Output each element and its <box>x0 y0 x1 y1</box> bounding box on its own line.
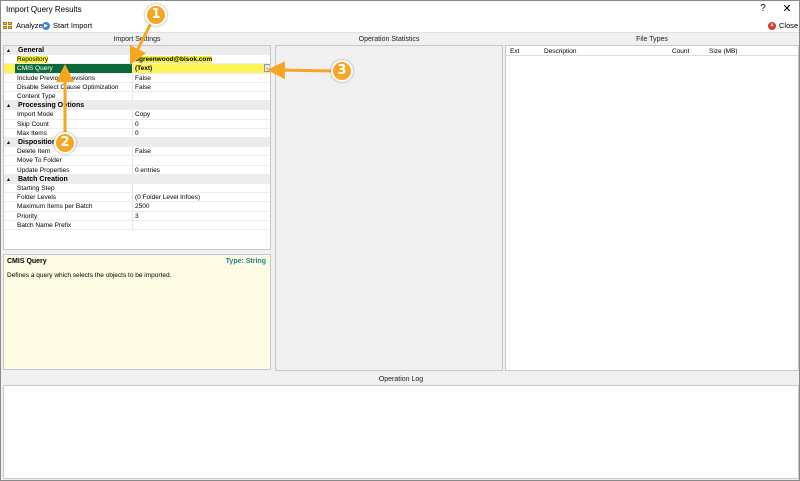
property-value[interactable]: 3 <box>135 213 139 220</box>
description-title: CMIS Query <box>7 258 47 265</box>
property-label: Starting Step <box>17 185 55 192</box>
operation-log-header: Operation Log <box>378 376 424 383</box>
property-label: Folder Levels <box>17 194 57 202</box>
edit-query-ellipsis-button[interactable]: ... <box>264 64 270 73</box>
column-size[interactable]: Size (MB) <box>709 48 738 55</box>
collapse-icon[interactable]: ▴ <box>7 47 10 54</box>
property-row-content-type[interactable]: Content Type <box>4 92 270 102</box>
property-row-cmis-query[interactable]: CMIS Query (Text)... <box>4 64 270 74</box>
property-label: Priority <box>17 212 38 220</box>
column-description[interactable]: Description <box>544 48 577 55</box>
close-button[interactable]: × Close <box>768 20 798 31</box>
property-row-delete-item[interactable]: Delete Item False <box>4 147 270 157</box>
property-value[interactable]: (Text) <box>135 65 152 72</box>
property-value[interactable]: False <box>135 148 151 155</box>
import-query-results-window: Import Query Results ? ✕ Analyze ▶ Start… <box>0 0 800 481</box>
property-row-repository[interactable]: Repository dgreenwood@bisok.com <box>4 55 270 65</box>
property-value[interactable]: False <box>135 84 151 91</box>
analyze-label: Analyze <box>16 21 43 30</box>
property-row-maximum-items-per-batch[interactable]: Maximum Items per Batch 2500 <box>4 202 270 212</box>
callout-3: 3 <box>331 60 353 82</box>
description-text: Defines a query which selects the object… <box>7 272 172 279</box>
property-row-batch-name-prefix[interactable]: Batch Name Prefix <box>4 220 270 230</box>
property-label: Import Mode <box>17 111 54 119</box>
description-type: Type: String <box>225 258 266 265</box>
close-circle-icon: × <box>768 21 776 30</box>
file-types-column-headers: Ext Description Count Size (MB) <box>506 46 798 56</box>
property-label: Update Properties <box>17 166 70 174</box>
category-disposition[interactable]: ▴ Disposition <box>4 138 270 148</box>
property-label: Disable Select Clause Optimization <box>17 83 119 91</box>
property-value[interactable]: dgreenwood@bisok.com <box>135 56 213 64</box>
property-label: Content Type <box>17 93 56 100</box>
category-label: Disposition <box>18 139 57 146</box>
file-types-header: File Types <box>636 36 668 43</box>
callout-2: 2 <box>54 132 76 154</box>
property-value[interactable]: (0 Folder Level Infoes) <box>135 194 200 201</box>
operation-log-panel <box>3 385 799 479</box>
property-label: Move To Folder <box>17 157 62 165</box>
import-settings-header: Import Settings <box>113 36 161 43</box>
property-description-panel: CMIS Query Type: String Defines a query … <box>3 254 271 370</box>
property-value[interactable]: 2500 <box>135 203 149 210</box>
property-row-disable-select-clause-optimization[interactable]: Disable Select Clause Optimization False <box>4 82 270 92</box>
import-settings-property-grid[interactable]: ▴ General Repository dgreenwood@bisok.com CM… <box>3 45 271 250</box>
category-processing-options[interactable]: ▴ Processing Options <box>4 101 270 111</box>
column-ext[interactable]: Ext <box>510 48 519 55</box>
file-types-list[interactable]: Ext Description Count Size (MB) <box>505 45 799 371</box>
property-row-update-properties[interactable]: Update Properties 0 entries <box>4 165 270 175</box>
property-value[interactable]: 0 entries <box>135 167 160 174</box>
property-row-starting-step[interactable]: Starting Step <box>4 184 270 194</box>
property-label: Max Items <box>17 129 47 137</box>
property-label: Include Previous Revisions <box>17 74 96 82</box>
collapse-icon[interactable]: ▴ <box>7 102 10 109</box>
category-batch-creation[interactable]: ▴ Batch Creation <box>4 174 270 184</box>
property-label: Batch Name Prefix <box>17 221 72 229</box>
toolbar: Analyze ▶ Start Import × Close <box>1 18 799 33</box>
property-value[interactable]: False <box>135 75 151 82</box>
column-count[interactable]: Count <box>672 48 689 55</box>
property-label: Delete Item <box>17 148 51 156</box>
property-row-skip-count[interactable]: Skip Count 0 <box>4 119 270 129</box>
window-title: Import Query Results <box>6 5 82 14</box>
property-value[interactable]: 0 <box>135 130 139 137</box>
collapse-icon[interactable]: ▴ <box>7 139 10 146</box>
property-label: Maximum Items per Batch <box>17 203 93 211</box>
property-label: Repository <box>17 56 49 64</box>
category-general[interactable]: ▴ General <box>4 46 270 56</box>
property-value[interactable]: 0 <box>135 121 139 128</box>
title-bar: Import Query Results ? ✕ <box>1 1 799 18</box>
callout-1: 1 <box>145 4 167 26</box>
operation-statistics-panel <box>275 45 503 371</box>
property-row-include-previous-revisions[interactable]: Include Previous Revisions False <box>4 73 270 83</box>
property-value[interactable]: Copy <box>135 111 150 118</box>
collapse-icon[interactable]: ▴ <box>7 176 10 183</box>
category-label: Batch Creation <box>18 175 68 183</box>
property-row-move-to-folder[interactable]: Move To Folder <box>4 156 270 166</box>
property-label: CMIS Query <box>17 65 53 73</box>
property-row-priority[interactable]: Priority 3 <box>4 211 270 221</box>
property-row-import-mode[interactable]: Import Mode Copy <box>4 110 270 120</box>
help-icon[interactable]: ? <box>757 3 769 14</box>
close-label: Close <box>779 21 799 30</box>
analyze-button[interactable]: Analyze <box>3 20 43 31</box>
property-row-folder-levels[interactable]: Folder Levels (0 Folder Level Infoes) <box>4 193 270 203</box>
play-icon: ▶ <box>42 21 50 30</box>
category-label: General <box>18 47 45 54</box>
operation-statistics-header: Operation Statistics <box>358 36 420 43</box>
property-row-max-items[interactable]: Max Items 0 <box>4 128 270 138</box>
property-label: Skip Count <box>17 120 49 128</box>
start-import-button[interactable]: ▶ Start Import <box>42 20 92 31</box>
analyze-icon <box>3 21 13 30</box>
category-label: Processing Options <box>18 102 85 110</box>
window-close-icon[interactable]: ✕ <box>780 2 794 15</box>
start-import-label: Start Import <box>53 21 93 30</box>
